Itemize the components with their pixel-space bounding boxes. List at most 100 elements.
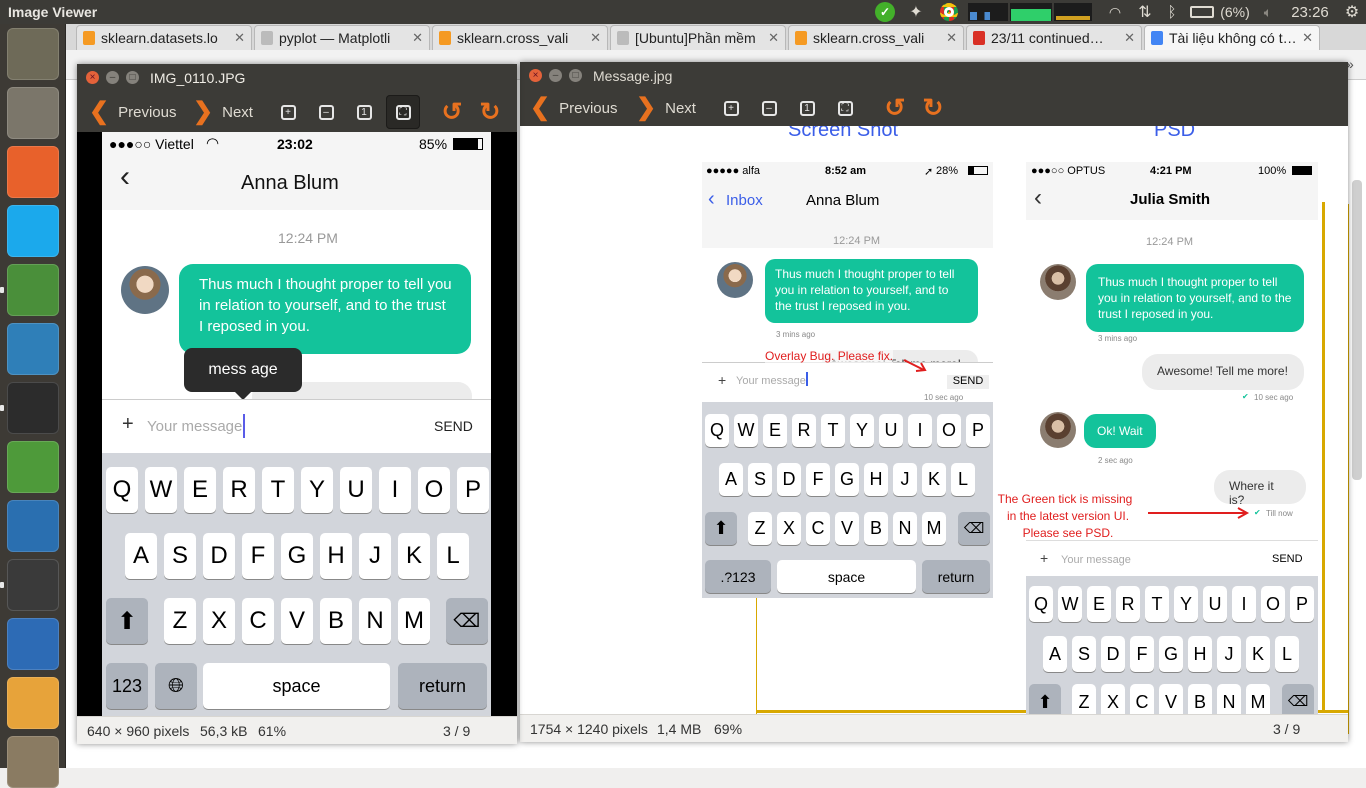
dropbox-icon[interactable]: ✦ (904, 3, 928, 21)
shift-key-icon[interactable]: ⬆ (705, 512, 737, 545)
shift-key-icon[interactable]: ⬆ (1029, 684, 1061, 714)
maximize-window-icon[interactable]: □ (126, 71, 139, 84)
viewer-titlebar[interactable]: × – □ Message.jpg (520, 62, 1348, 90)
gallery-icon[interactable] (7, 736, 59, 788)
chrome-icon[interactable] (7, 264, 59, 316)
browser-tab[interactable]: sklearn.datasets.lo ✕ (76, 25, 252, 50)
network-globe-icon[interactable] (7, 323, 59, 375)
tab-close-icon[interactable]: ✕ (1302, 30, 1313, 46)
key-j[interactable]: J (1217, 636, 1241, 672)
key-g[interactable]: G (1159, 636, 1183, 672)
key-a[interactable]: A (719, 463, 743, 496)
key-m[interactable]: M (1246, 684, 1270, 714)
drawing-tool-icon[interactable] (7, 441, 59, 493)
key-t[interactable]: T (1145, 586, 1169, 622)
key-w[interactable]: W (145, 467, 177, 513)
ss-send-button[interactable]: SEND (947, 375, 989, 389)
key-r[interactable]: R (223, 467, 255, 513)
key-k[interactable]: K (398, 533, 430, 579)
key-l[interactable]: L (951, 463, 975, 496)
key-m[interactable]: M (398, 598, 430, 644)
key-i[interactable]: I (1232, 586, 1256, 622)
psd-message-input[interactable]: Your message (1061, 554, 1131, 566)
normal-size-button[interactable]: 1 (792, 93, 822, 123)
wifi-icon[interactable]: ◠ (1104, 3, 1126, 21)
phone-back-chevron-icon[interactable]: ‹ (120, 162, 130, 192)
key-e[interactable]: E (763, 414, 787, 447)
clock[interactable]: 23:26 (1288, 3, 1332, 21)
volume-icon[interactable]: 🔈︎ (1258, 3, 1278, 21)
return-key[interactable]: return (398, 663, 487, 709)
key-e[interactable]: E (184, 467, 216, 513)
key-u[interactable]: U (879, 414, 903, 447)
key-r[interactable]: R (792, 414, 816, 447)
key-q[interactable]: Q (1029, 586, 1053, 622)
key-f[interactable]: F (1130, 636, 1154, 672)
key-n[interactable]: N (893, 512, 917, 545)
key-p[interactable]: P (457, 467, 489, 513)
battery-icon[interactable] (1188, 3, 1216, 21)
key-y[interactable]: Y (850, 414, 874, 447)
minimize-window-icon[interactable]: – (549, 69, 562, 82)
shift-key-icon[interactable]: ⬆ (106, 598, 148, 644)
key-q[interactable]: Q (705, 414, 729, 447)
browser-tab[interactable]: [Ubuntu]Phần mềm ✕ (610, 25, 786, 50)
key-t[interactable]: T (821, 414, 845, 447)
key-v[interactable]: V (1159, 684, 1183, 714)
key-y[interactable]: Y (1174, 586, 1198, 622)
key-f[interactable]: F (806, 463, 830, 496)
ss-plus-icon[interactable]: + (718, 372, 726, 388)
next-button[interactable]: ❯ Next (193, 96, 253, 128)
key-x[interactable]: X (1101, 684, 1125, 714)
tab-close-icon[interactable]: ✕ (234, 30, 245, 46)
key-q[interactable]: Q (106, 467, 138, 513)
skype-icon[interactable] (7, 205, 59, 257)
key-g[interactable]: G (281, 533, 313, 579)
key-n[interactable]: N (359, 598, 391, 644)
key-r[interactable]: R (1116, 586, 1140, 622)
key-i[interactable]: I (379, 467, 411, 513)
previous-button[interactable]: ❮ Previous (89, 96, 176, 128)
sublime-text-icon[interactable] (7, 559, 59, 611)
globe-key-icon[interactable]: 🌐︎ (155, 663, 197, 709)
key-x[interactable]: X (777, 512, 801, 545)
key-s[interactable]: S (748, 463, 772, 496)
tab-close-icon[interactable]: ✕ (1124, 30, 1135, 46)
key-b[interactable]: B (1188, 684, 1212, 714)
key-123[interactable]: .?123 (705, 560, 771, 593)
key-d[interactable]: D (777, 463, 801, 496)
key-z[interactable]: Z (748, 512, 772, 545)
tab-close-icon[interactable]: ✕ (946, 30, 957, 46)
chrome-tray-icon[interactable] (938, 3, 960, 21)
key-c[interactable]: C (1130, 684, 1154, 714)
key-d[interactable]: D (1101, 636, 1125, 672)
browser-tab[interactable]: sklearn.cross_vali ✕ (788, 25, 964, 50)
ss-inbox-link[interactable]: Inbox (726, 192, 763, 209)
key-z[interactable]: Z (1072, 684, 1096, 714)
key-d[interactable]: D (203, 533, 235, 579)
space-key[interactable]: space (777, 560, 916, 593)
key-g[interactable]: G (835, 463, 859, 496)
rotate-left-icon[interactable]: ↺ (880, 93, 910, 123)
close-window-icon[interactable]: × (529, 69, 542, 82)
key-a[interactable]: A (125, 533, 157, 579)
browser-tab[interactable]: sklearn.cross_vali ✕ (432, 25, 608, 50)
tab-close-icon[interactable]: ✕ (590, 30, 601, 46)
psd-plus-icon[interactable]: + (1040, 550, 1048, 566)
space-key[interactable]: space (203, 663, 390, 709)
key-o[interactable]: O (1261, 586, 1285, 622)
key-n[interactable]: N (1217, 684, 1241, 714)
key-b[interactable]: B (864, 512, 888, 545)
key-h[interactable]: H (864, 463, 888, 496)
key-h[interactable]: H (320, 533, 352, 579)
browser-tab[interactable]: 23/11 continued… ✕ (966, 25, 1142, 50)
backspace-key-icon[interactable]: ⌫ (1282, 684, 1314, 714)
rotate-left-icon[interactable]: ↺ (437, 97, 467, 127)
best-fit-button[interactable]: ⛶ (386, 95, 420, 129)
zoom-out-button[interactable]: – (754, 93, 784, 123)
key-z[interactable]: Z (164, 598, 196, 644)
key-j[interactable]: J (893, 463, 917, 496)
tab-close-icon[interactable]: ✕ (412, 30, 423, 46)
key-a[interactable]: A (1043, 636, 1067, 672)
close-window-icon[interactable]: × (86, 71, 99, 84)
